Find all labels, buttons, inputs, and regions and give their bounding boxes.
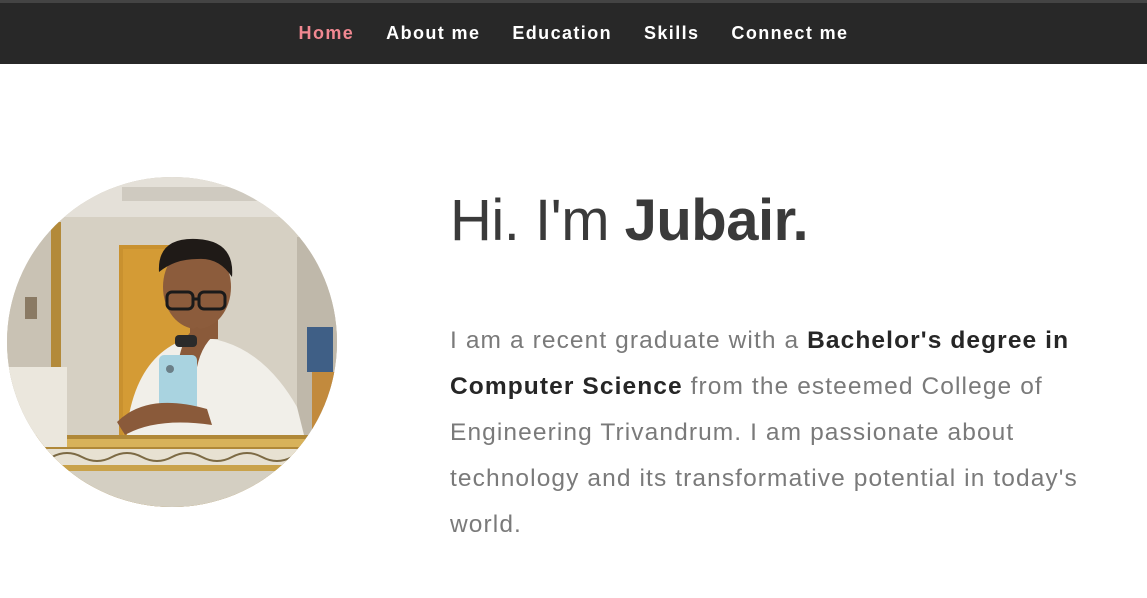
hero-heading: Hi. I'm Jubair. [450, 186, 1140, 256]
nav-list: Home About me Education Skills Connect m… [0, 3, 1147, 64]
top-navbar: Home About me Education Skills Connect m… [0, 0, 1147, 64]
greeting-prefix: Hi. I'm [450, 188, 625, 253]
nav-link-education[interactable]: Education [496, 23, 628, 44]
intro-section: Hi. I'm Jubair. I am a recent graduate w… [450, 186, 1140, 538]
hero-name: Jubair. [624, 188, 809, 253]
nav-item-education: Education [496, 23, 628, 44]
nav-link-connect-me[interactable]: Connect me [715, 23, 864, 44]
nav-item-home: Home [283, 23, 371, 44]
nav-link-home[interactable]: Home [283, 23, 371, 44]
hero-bio: I am a recent graduate with a Bachelor's… [450, 318, 1140, 548]
profile-photo-illustration [7, 177, 337, 507]
nav-item-about: About me [370, 23, 496, 44]
nav-item-connect: Connect me [715, 23, 864, 44]
nav-link-about-me[interactable]: About me [370, 23, 496, 44]
nav-item-skills: Skills [628, 23, 715, 44]
profile-photo [7, 177, 337, 507]
nav-link-skills[interactable]: Skills [628, 23, 715, 44]
bio-text-start: I am a recent graduate with a [450, 327, 808, 354]
